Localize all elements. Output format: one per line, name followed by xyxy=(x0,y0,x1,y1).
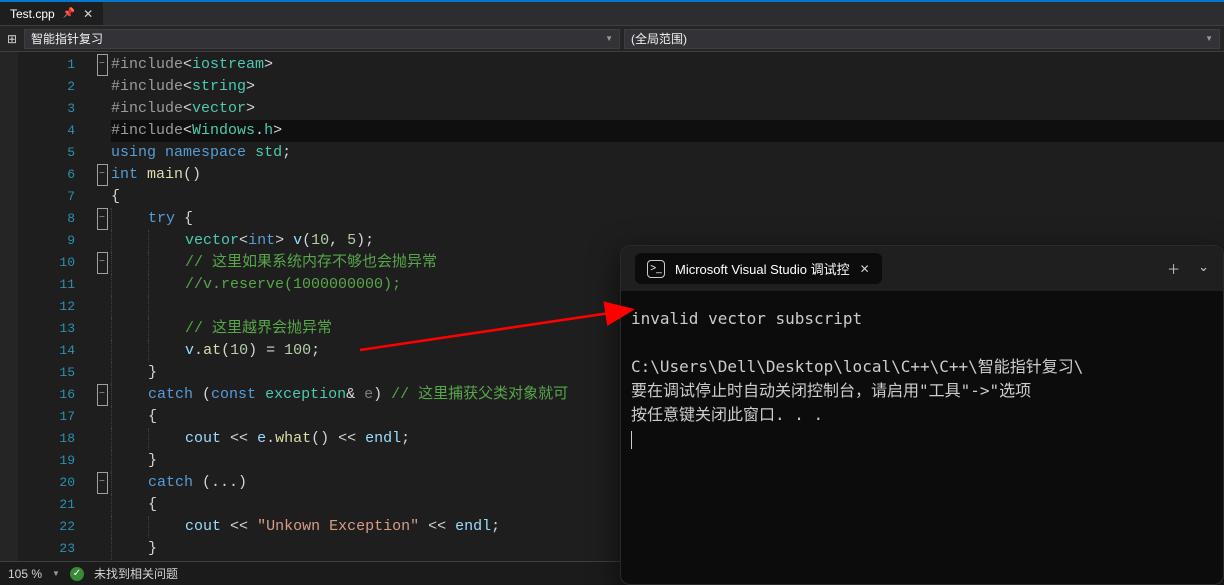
line-number: 8 xyxy=(18,208,93,230)
line-number: 5 xyxy=(18,142,93,164)
code-line[interactable]: try { xyxy=(111,208,1224,230)
chevron-down-icon[interactable]: ⌄ xyxy=(1198,259,1209,278)
scope-dropdown-left[interactable]: 智能指针复习 ▼ xyxy=(24,29,620,49)
line-number: 17 xyxy=(18,406,93,428)
pin-icon[interactable]: 📌 xyxy=(63,8,75,19)
line-number: 18 xyxy=(18,428,93,450)
cursor xyxy=(631,431,632,449)
editor-tab-bar: Test.cpp 📌 ✕ xyxy=(0,2,1224,26)
line-number: 19 xyxy=(18,450,93,472)
line-number: 6 xyxy=(18,164,93,186)
line-number: 10 xyxy=(18,252,93,274)
fold-toggle[interactable]: − xyxy=(97,54,108,76)
code-line[interactable]: #include<string> xyxy=(111,76,1224,98)
line-number: 9 xyxy=(18,230,93,252)
fold-gutter: − − − − − − xyxy=(93,52,111,561)
zoom-level[interactable]: 105 % xyxy=(8,567,42,581)
nav-icon[interactable]: ⊞ xyxy=(4,31,20,47)
file-tab-label: Test.cpp xyxy=(10,7,55,21)
line-number: 2 xyxy=(18,76,93,98)
terminal-icon: >_ xyxy=(647,260,665,278)
line-number: 20 xyxy=(18,472,93,494)
line-number: 1 xyxy=(18,54,93,76)
close-icon[interactable]: ✕ xyxy=(83,7,93,21)
fold-toggle[interactable]: − xyxy=(97,472,108,494)
line-number: 13 xyxy=(18,318,93,340)
margin-gutter xyxy=(0,52,18,561)
console-tab[interactable]: >_ Microsoft Visual Studio 调试控 ✕ xyxy=(635,253,882,284)
fold-toggle[interactable]: − xyxy=(97,208,108,230)
console-title: Microsoft Visual Studio 调试控 xyxy=(675,259,850,278)
line-number: 3 xyxy=(18,98,93,120)
line-number: 4 xyxy=(18,120,93,142)
code-line[interactable]: int main() xyxy=(111,164,1224,186)
console-output: invalid vector subscript C:\Users\Dell\D… xyxy=(621,291,1223,467)
console-actions: ＋ ⌄ xyxy=(1167,259,1209,278)
code-line[interactable]: using namespace std; xyxy=(111,142,1224,164)
line-number: 12 xyxy=(18,296,93,318)
code-line[interactable]: #include<iostream> xyxy=(111,54,1224,76)
line-number: 14 xyxy=(18,340,93,362)
code-line[interactable]: #include<Windows.h> xyxy=(111,120,1224,142)
file-tab-test-cpp[interactable]: Test.cpp 📌 ✕ xyxy=(0,2,103,25)
line-number: 23 xyxy=(18,538,93,560)
line-number: 7 xyxy=(18,186,93,208)
line-number: 16 xyxy=(18,384,93,406)
chevron-down-icon[interactable]: ▼ xyxy=(52,569,60,578)
scope-right-label: (全局范围) xyxy=(631,30,687,47)
scope-left-label: 智能指针复习 xyxy=(31,30,103,47)
fold-toggle[interactable]: − xyxy=(97,252,108,274)
debug-console-window[interactable]: >_ Microsoft Visual Studio 调试控 ✕ ＋ ⌄ inv… xyxy=(620,245,1224,585)
scope-dropdown-right[interactable]: (全局范围) ▼ xyxy=(624,29,1220,49)
console-titlebar[interactable]: >_ Microsoft Visual Studio 调试控 ✕ ＋ ⌄ xyxy=(621,246,1223,291)
line-number: 21 xyxy=(18,494,93,516)
chevron-down-icon: ▼ xyxy=(1205,34,1213,43)
line-number: 22 xyxy=(18,516,93,538)
line-number-gutter: 1234567891011121314151617181920212223 xyxy=(18,52,93,561)
line-number: 15 xyxy=(18,362,93,384)
new-tab-icon[interactable]: ＋ xyxy=(1167,259,1180,278)
code-line[interactable]: { xyxy=(111,186,1224,208)
navigation-bar: ⊞ 智能指针复习 ▼ (全局范围) ▼ xyxy=(0,26,1224,52)
fold-toggle[interactable]: − xyxy=(97,164,108,186)
check-icon: ✓ xyxy=(70,567,84,581)
close-icon[interactable]: ✕ xyxy=(860,262,870,276)
issues-status[interactable]: 未找到相关问题 xyxy=(94,565,178,582)
fold-toggle[interactable]: − xyxy=(97,384,108,406)
code-line[interactable]: #include<vector> xyxy=(111,98,1224,120)
chevron-down-icon: ▼ xyxy=(605,34,613,43)
line-number: 11 xyxy=(18,274,93,296)
